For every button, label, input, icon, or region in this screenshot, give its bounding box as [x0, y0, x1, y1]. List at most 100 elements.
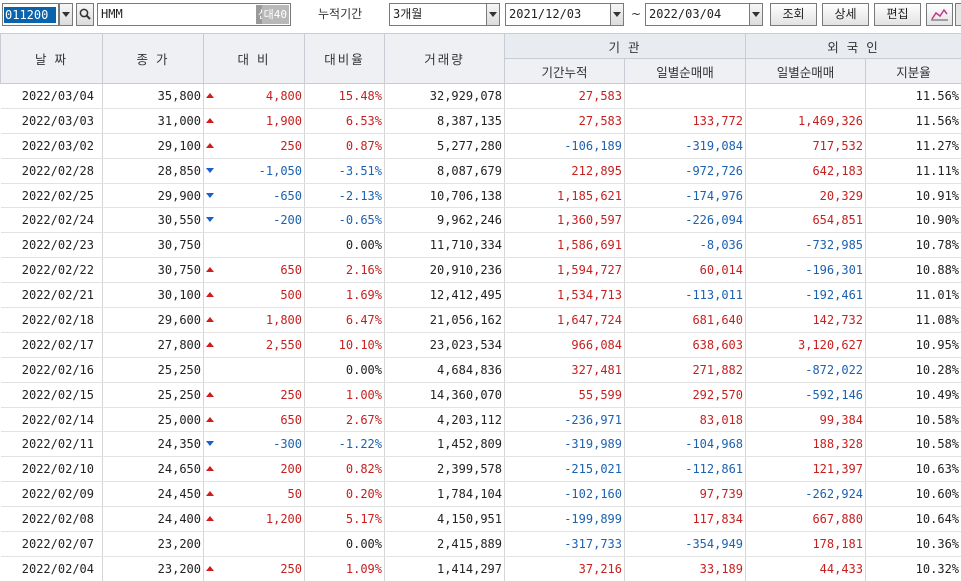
- cell-inst-cumulative: 1,647,724: [504, 307, 625, 333]
- cell-inst-cumulative-value: 1,594,727: [556, 263, 622, 278]
- cell-foreign-share-value: 11.56%: [915, 113, 960, 128]
- cell-volume: 4,203,112: [384, 407, 505, 433]
- table-row[interactable]: 2022/03/04 35,800 4,800 15.48% 32,929,078 27,…: [0, 83, 961, 109]
- cell-volume-value: 20,910,236: [429, 263, 502, 278]
- cell-change: 2,550: [203, 332, 305, 358]
- header-date[interactable]: 날 짜: [0, 33, 103, 84]
- cell-inst-daily-value: -8,036: [699, 238, 744, 253]
- detail-button[interactable]: 상세: [822, 3, 869, 26]
- cell-close: 31,000: [102, 108, 204, 134]
- table-row[interactable]: 2022/02/15 25,250 250 1.00% 14,360,070 55,599…: [0, 382, 961, 408]
- chevron-down-icon: [489, 12, 497, 17]
- stock-name: HMM: [101, 7, 123, 21]
- cell-date: 2022/03/03: [0, 108, 103, 134]
- cell-foreign-daily-value: -196,301: [805, 263, 864, 278]
- cell-inst-daily: 133,772: [624, 108, 747, 134]
- end-date-field[interactable]: 2022/03/04: [645, 3, 750, 26]
- start-date-field[interactable]: 2021/12/03: [505, 3, 611, 26]
- cell-close: 27,800: [102, 332, 204, 358]
- cell-date: 2022/02/28: [0, 158, 103, 184]
- cell-foreign-daily-value: 178,181: [812, 536, 864, 551]
- arrow-up-icon: [206, 117, 214, 123]
- cell-inst-daily-value: -319,084: [685, 138, 744, 153]
- stock-name-field[interactable]: HMM 신 대40: [97, 3, 291, 26]
- table-row[interactable]: 2022/02/18 29,600 1,800 6.47% 21,056,162 1,64…: [0, 307, 961, 333]
- start-date-calendar-button[interactable]: [610, 3, 624, 26]
- header-foreign-share[interactable]: 지분율: [865, 58, 961, 84]
- table-row[interactable]: 2022/02/04 23,200 250 1.09% 1,414,297 37,216 3…: [0, 556, 961, 581]
- header-change-rate[interactable]: 대비율: [304, 33, 385, 84]
- table-row[interactable]: 2022/02/14 25,000 650 2.67% 4,203,112 -236,97…: [0, 407, 961, 433]
- table-row[interactable]: 2022/02/17 27,800 2,550 10.10% 23,023,534 966…: [0, 332, 961, 358]
- table-row[interactable]: 2022/03/03 31,000 1,900 6.53% 8,387,135 27,58…: [0, 108, 961, 134]
- cell-inst-cumulative: 55,599: [504, 382, 625, 408]
- cell-inst-daily-value: 271,882: [692, 362, 744, 377]
- stock-code-value[interactable]: 011200: [4, 7, 56, 23]
- cell-change-value: 650: [280, 412, 302, 427]
- cell-change-rate-value: -2.13%: [338, 188, 382, 203]
- cell-change-rate-value: 0.82%: [345, 462, 382, 477]
- table-row[interactable]: 2022/02/08 24,400 1,200 5.17% 4,150,951 -199,…: [0, 506, 961, 533]
- header-inst-cumulative[interactable]: 기간누적: [504, 58, 625, 84]
- cell-foreign-share: 11.27%: [865, 133, 961, 159]
- header-change[interactable]: 대 비: [203, 33, 305, 84]
- table-row[interactable]: 2022/02/07 23,200 0.00% 2,415,889 -317,733 -3…: [0, 531, 961, 557]
- table-row[interactable]: 2022/02/23 30,750 0.00% 11,710,334 1,586,691…: [0, 232, 961, 259]
- cell-foreign-daily: 1,469,326: [745, 108, 867, 134]
- table-row[interactable]: 2022/02/10 24,650 200 0.82% 2,399,578 -215,02…: [0, 456, 961, 483]
- table-row[interactable]: 2022/02/24 30,550 -200 -0.65% 9,962,246 1,360…: [0, 207, 961, 234]
- cell-inst-cumulative-value: 55,599: [578, 387, 622, 402]
- cell-inst-cumulative-value: 37,216: [578, 561, 622, 576]
- cell-date: 2022/02/08: [0, 506, 103, 533]
- cell-inst-cumulative: 1,185,621: [504, 183, 625, 209]
- table-row[interactable]: 2022/03/02 29,100 250 0.87% 5,277,280 -106,18…: [0, 133, 961, 159]
- cell-close-value: 27,800: [157, 337, 201, 352]
- cell-date: 2022/02/16: [0, 357, 103, 383]
- query-button[interactable]: 조회: [770, 3, 817, 26]
- table-row[interactable]: 2022/02/16 25,250 0.00% 4,684,836 327,481 271…: [0, 357, 961, 383]
- cell-foreign-daily-value: -732,985: [805, 238, 864, 253]
- stock-code-input[interactable]: 011200: [2, 3, 59, 26]
- search-button[interactable]: [76, 3, 94, 26]
- arrow-up-icon: [206, 391, 214, 397]
- cell-foreign-daily: 99,384: [745, 407, 867, 433]
- table-row[interactable]: 2022/02/21 30,100 500 1.69% 12,412,495 1,534,…: [0, 282, 961, 309]
- cell-close-value: 29,600: [157, 312, 201, 327]
- cell-change-rate: 5.17%: [304, 506, 385, 533]
- end-date-calendar-button[interactable]: [749, 3, 763, 26]
- cell-close: 30,550: [102, 207, 204, 234]
- cell-change-rate: 1.69%: [304, 282, 385, 309]
- stock-code-dropdown-button[interactable]: [59, 3, 73, 26]
- cell-volume-value: 2,415,889: [436, 536, 502, 551]
- header-inst-daily[interactable]: 일별순매매: [623, 58, 747, 84]
- arrow-down-icon: [206, 167, 214, 173]
- table-row[interactable]: 2022/02/09 24,450 50 0.20% 1,784,104 -102,160…: [0, 481, 961, 508]
- cell-close: 29,100: [102, 133, 204, 159]
- cell-foreign-share: 10.78%: [865, 232, 961, 259]
- settings-button[interactable]: [955, 3, 961, 26]
- table-row[interactable]: 2022/02/11 24,350 -300 -1.22% 1,452,809 -319,…: [0, 431, 961, 458]
- cell-inst-daily-value: 681,640: [692, 312, 744, 327]
- cell-foreign-daily: -192,461: [745, 282, 867, 309]
- cell-foreign-share-value: 10.49%: [915, 387, 960, 402]
- toolbar: 011200 HMM 신 대40 누적기간 3개월 2021/12/03 ~ 2…: [0, 0, 961, 31]
- cell-close-value: 25,250: [157, 362, 201, 377]
- cell-inst-cumulative-value: 1,185,621: [556, 188, 622, 203]
- table-row[interactable]: 2022/02/25 29,900 -650 -2.13% 10,706,138 1,18…: [0, 183, 961, 209]
- cell-foreign-daily: 44,433: [745, 556, 867, 581]
- cell-change-rate: -2.13%: [304, 183, 385, 209]
- cell-change-value: 250: [280, 138, 302, 153]
- cell-foreign-share-value: 10.78%: [915, 238, 960, 253]
- header-volume[interactable]: 거래량: [384, 33, 505, 84]
- edit-button[interactable]: 편집: [874, 3, 921, 26]
- cell-foreign-share-value: 10.90%: [915, 213, 960, 228]
- table-row[interactable]: 2022/02/22 30,750 650 2.16% 20,910,236 1,594,…: [0, 257, 961, 284]
- header-close[interactable]: 종 가: [102, 33, 204, 84]
- cell-date: 2022/02/25: [0, 183, 103, 209]
- period-dropdown-button[interactable]: [486, 3, 500, 26]
- table-row[interactable]: 2022/02/28 28,850 -1,050 -3.51% 8,087,679 212…: [0, 158, 961, 184]
- chart-button[interactable]: [926, 3, 953, 26]
- header-foreign-daily[interactable]: 일별순매매: [745, 58, 867, 84]
- cell-foreign-share: 10.60%: [865, 481, 961, 508]
- period-select[interactable]: 3개월: [389, 3, 487, 26]
